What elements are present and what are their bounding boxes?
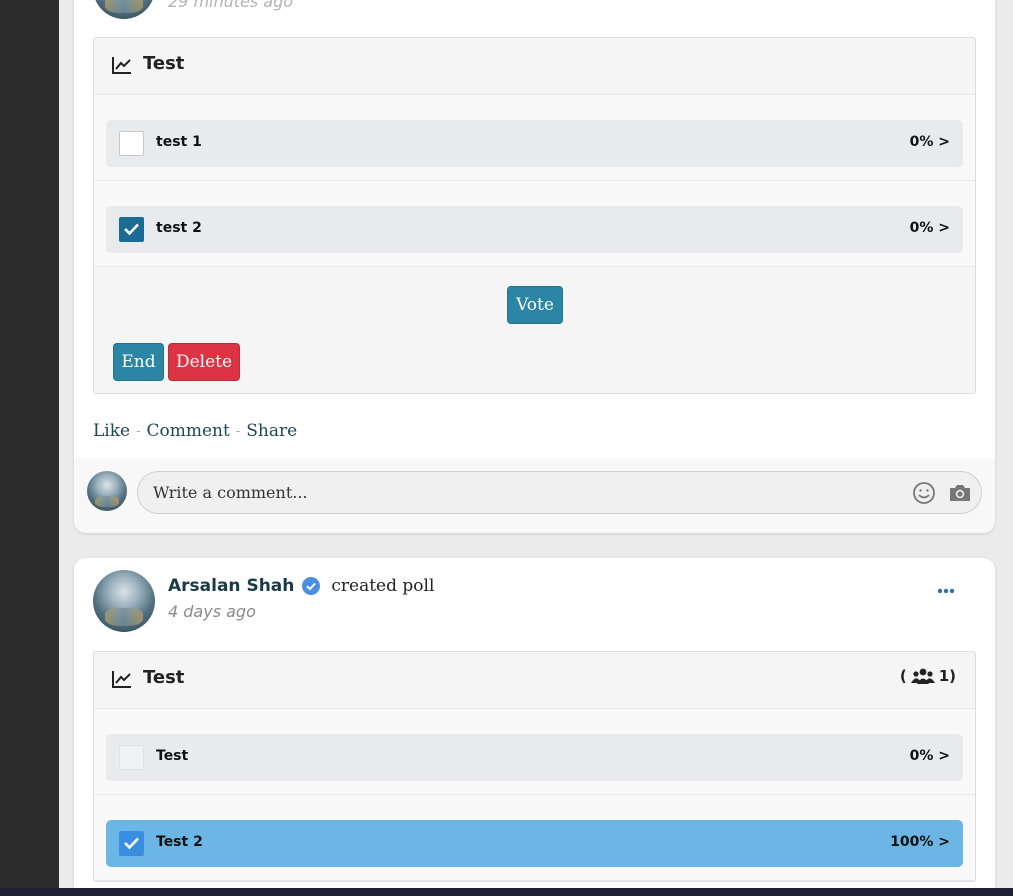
like-link[interactable]: Like bbox=[93, 421, 130, 441]
poll-option-row: Test 0% > bbox=[94, 709, 975, 795]
comment-input[interactable]: Write a comment... bbox=[137, 471, 982, 514]
option-percent[interactable]: 100% > bbox=[890, 834, 950, 850]
comment-row: Write a comment... bbox=[74, 458, 995, 533]
smile-icon[interactable] bbox=[912, 481, 936, 505]
option-percent[interactable]: 0% > bbox=[910, 220, 950, 236]
post-author-avatar[interactable] bbox=[93, 570, 155, 632]
poll-option-row: test 2 0% > bbox=[94, 181, 975, 267]
bottom-bar bbox=[0, 888, 1013, 896]
post-timestamp: 29 minutes ago bbox=[168, 0, 294, 11]
poll-option[interactable]: Test 2 100% > bbox=[106, 820, 963, 867]
author-name[interactable]: Arsalan Shah bbox=[168, 576, 294, 596]
check-icon bbox=[124, 837, 139, 850]
current-user-avatar bbox=[87, 471, 127, 511]
chart-line-icon bbox=[112, 57, 131, 74]
camera-icon[interactable] bbox=[948, 482, 972, 504]
poll-header: Test bbox=[94, 38, 975, 95]
voters-open-paren: ( bbox=[899, 667, 907, 685]
poll-option-row: test 1 0% > bbox=[94, 95, 975, 181]
poll-title: Test bbox=[143, 53, 185, 74]
option-checkbox[interactable] bbox=[119, 217, 144, 242]
option-label: Test bbox=[156, 748, 189, 764]
more-icon[interactable] bbox=[937, 588, 955, 594]
poll: Test ( 1) Test 0% > Test 2 100% > bbox=[93, 651, 976, 882]
option-label: test 1 bbox=[156, 134, 202, 150]
option-label: Test 2 bbox=[156, 834, 203, 850]
verified-icon bbox=[302, 577, 321, 595]
check-icon bbox=[124, 223, 139, 236]
comment-placeholder: Write a comment... bbox=[153, 483, 308, 502]
poll-option[interactable]: test 2 0% > bbox=[106, 206, 963, 253]
post-actions: Like - Comment - Share bbox=[93, 421, 297, 441]
poll-option[interactable]: test 1 0% > bbox=[106, 120, 963, 167]
comment-link[interactable]: Comment bbox=[147, 421, 230, 441]
post-author-avatar[interactable] bbox=[93, 0, 155, 19]
chart-line-icon bbox=[112, 671, 131, 688]
option-checkbox[interactable] bbox=[119, 131, 144, 156]
post-timestamp: 4 days ago bbox=[168, 602, 256, 621]
option-checkbox[interactable] bbox=[119, 831, 144, 856]
delete-poll-button[interactable]: Delete bbox=[168, 343, 240, 381]
voters-number: 1) bbox=[938, 667, 956, 685]
option-label: test 2 bbox=[156, 220, 202, 236]
share-link[interactable]: Share bbox=[246, 421, 297, 441]
poll-option-row: Test 2 100% > bbox=[94, 795, 975, 881]
end-poll-button[interactable]: End bbox=[113, 343, 164, 381]
post-action-text: created poll bbox=[331, 576, 435, 596]
poll-header: Test ( 1) bbox=[94, 652, 975, 709]
option-checkbox[interactable] bbox=[119, 745, 144, 770]
voters-count[interactable]: ( 1) bbox=[900, 667, 956, 685]
option-percent[interactable]: 0% > bbox=[910, 748, 950, 764]
poll-title: Test bbox=[143, 667, 185, 688]
left-dark-panel bbox=[0, 0, 59, 896]
option-percent[interactable]: 0% > bbox=[910, 134, 950, 150]
post-header: Arsalan Shah created poll bbox=[168, 576, 434, 596]
post-card-2: Arsalan Shah created poll 4 days ago Tes… bbox=[74, 558, 995, 896]
action-separator: - bbox=[136, 423, 141, 439]
poll-controls: Vote End Delete bbox=[94, 267, 975, 393]
post-card-1: 29 minutes ago Test test 1 0% > test 2 0… bbox=[74, 0, 995, 533]
poll: Test test 1 0% > test 2 0% > Vote End De… bbox=[93, 37, 976, 394]
poll-option[interactable]: Test 0% > bbox=[106, 734, 963, 781]
action-separator: - bbox=[235, 423, 241, 439]
people-icon bbox=[910, 668, 935, 684]
vote-button[interactable]: Vote bbox=[507, 286, 563, 324]
